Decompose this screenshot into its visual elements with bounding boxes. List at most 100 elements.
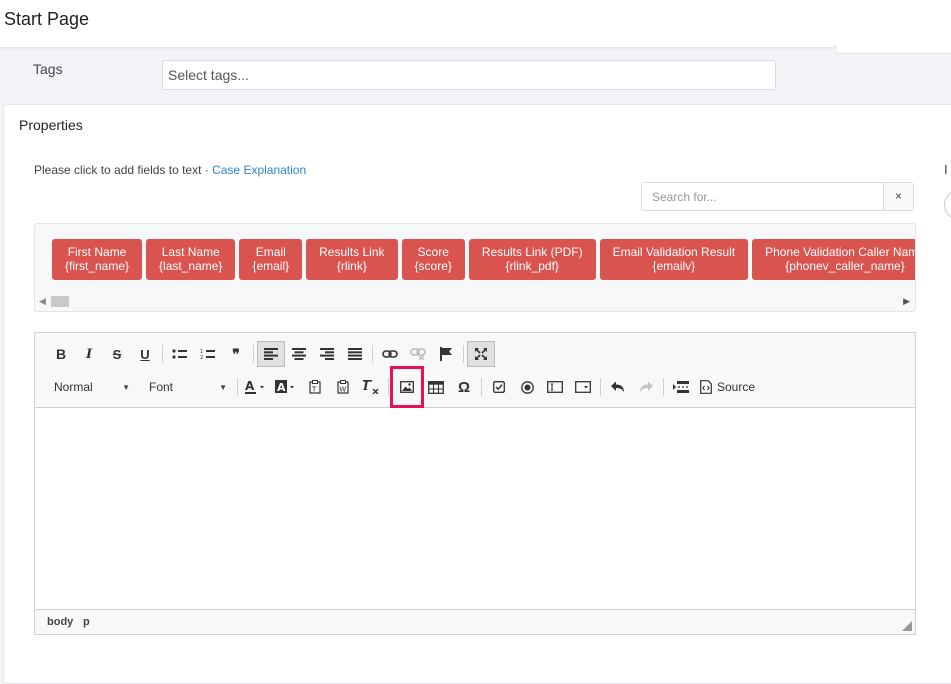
page-break-icon[interactable] [667,374,695,400]
align-center-icon[interactable] [285,341,313,367]
source-icon [700,380,712,394]
link-icon[interactable] [376,341,404,367]
editor-content-area[interactable] [35,408,915,609]
search-clear-button[interactable]: × [883,183,913,210]
paste-text-icon[interactable]: T [301,374,329,400]
right-partial-label: I [944,162,948,177]
chevron-down-icon: ▼ [219,382,227,392]
toolbar-separator [463,345,464,363]
case-explanation-link[interactable]: Case Explanation [212,163,306,177]
chevron-down-icon: ▼ [122,382,130,392]
checkbox-icon[interactable] [485,374,513,400]
chip-tag: {email} [252,259,290,273]
fields-scrollbar[interactable]: ◀ ▶ [34,293,916,311]
text-color-icon[interactable]: A [241,374,271,400]
radio-button-icon[interactable] [513,374,541,400]
svg-text:A: A [245,380,255,393]
tags-placeholder: Select tags... [168,67,249,83]
field-chip-results-link[interactable]: Results Link {rlink} [306,239,398,280]
bold-button[interactable]: B [47,341,75,367]
chip-name: Score [417,245,449,259]
hint-text: Please click to add fields to text · [34,163,213,177]
svg-text:W: W [339,386,346,394]
font-combo[interactable]: Font ▼ [142,374,234,400]
chip-tag: {first_name} [65,259,130,273]
top-bar: Start Page [0,0,951,47]
toolbar-row-1: B I S U 12 ❞ [47,341,495,367]
toolbar-separator [162,345,163,363]
fields-hint: Please click to add fields to text · Cas… [34,163,306,177]
unlink-icon[interactable] [404,341,432,367]
undo-icon[interactable] [604,374,632,400]
chip-name: Results Link [319,245,385,259]
chip-tag: {emailv} [652,259,696,273]
source-button[interactable]: Source [695,374,760,400]
maximize-icon[interactable] [467,341,495,367]
format-combo[interactable]: Normal ▼ [47,374,137,400]
justify-icon[interactable] [341,341,369,367]
chip-tag: {last_name} [159,259,223,273]
chip-name: First Name [67,245,127,259]
format-combo-value: Normal [54,380,93,394]
tags-label: Tags [33,61,63,77]
chip-name: Phone Validation Caller Name [765,245,916,259]
chip-tag: {score} [414,259,452,273]
source-label: Source [717,380,756,394]
anchor-flag-icon[interactable] [432,341,460,367]
chip-name: Email Validation Result [612,245,736,259]
field-chip-score[interactable]: Score {score} [401,239,465,280]
align-right-icon[interactable] [313,341,341,367]
tags-input[interactable]: Select tags... [162,60,776,90]
table-icon[interactable] [422,374,450,400]
editor-status-bar: body p [35,609,915,634]
field-chip-email-validation[interactable]: Email Validation Result {emailv} [599,239,749,280]
field-chip-phone-validation-caller-name[interactable]: Phone Validation Caller Name {phonev_cal… [752,239,916,280]
toolbar-separator [600,378,601,396]
scroll-right-icon[interactable]: ▶ [903,296,910,307]
field-chip-results-link-pdf[interactable]: Results Link (PDF) {rlink_pdf} [468,239,596,280]
side-tab[interactable] [835,44,951,54]
blockquote-icon[interactable]: ❞ [222,341,250,367]
field-chip-email[interactable]: Email {email} [239,239,303,280]
path-body[interactable]: body [47,616,73,628]
toolbar-separator [388,378,389,396]
field-search-input[interactable] [642,183,885,210]
svg-text:A: A [277,381,286,394]
field-chip-first-name[interactable]: First Name {first_name} [52,239,143,280]
path-p[interactable]: p [83,616,90,628]
special-character-icon[interactable]: Ω [450,374,478,400]
text-field-icon[interactable] [541,374,569,400]
numbered-list-icon[interactable]: 12 [194,341,222,367]
properties-title: Properties [19,117,83,133]
paste-word-icon[interactable]: W [329,374,357,400]
strikethrough-button[interactable]: S [103,341,131,367]
field-search: × [641,182,914,211]
font-combo-value: Font [149,380,174,394]
chip-name: Email [255,245,286,259]
chip-name: Last Name [161,245,220,259]
align-left-icon[interactable] [257,341,285,367]
remove-format-icon[interactable]: I [357,374,385,400]
editor-toolbar: B I S U 12 ❞ Normal ▼ Font ▼ A A T W I Ω… [35,333,915,408]
toolbar-separator [253,345,254,363]
italic-button[interactable]: I [75,341,103,367]
underline-button[interactable]: U [131,341,159,367]
toolbar-row-2: Normal ▼ Font ▼ A A T W I Ω Source [47,366,760,408]
scroll-thumb[interactable] [51,296,69,307]
rich-text-editor: B I S U 12 ❞ Normal ▼ Font ▼ A A T W I Ω… [34,332,916,635]
redo-icon[interactable] [632,374,660,400]
field-chip-last-name[interactable]: Last Name {last_name} [146,239,236,280]
toolbar-separator [372,345,373,363]
bulleted-list-icon[interactable] [166,341,194,367]
chip-tag: {rlink_pdf} [505,259,559,273]
select-field-icon[interactable] [569,374,597,400]
scroll-left-icon[interactable]: ◀ [39,296,46,307]
chip-name: Results Link (PDF) [481,245,583,259]
resize-handle-icon[interactable] [902,621,912,631]
toolbar-separator [663,378,664,396]
toolbar-separator [237,378,238,396]
background-color-icon[interactable]: A [271,374,301,400]
image-icon[interactable] [390,366,424,408]
svg-text:2: 2 [200,355,203,360]
chip-tag: {rlink} [336,259,367,273]
